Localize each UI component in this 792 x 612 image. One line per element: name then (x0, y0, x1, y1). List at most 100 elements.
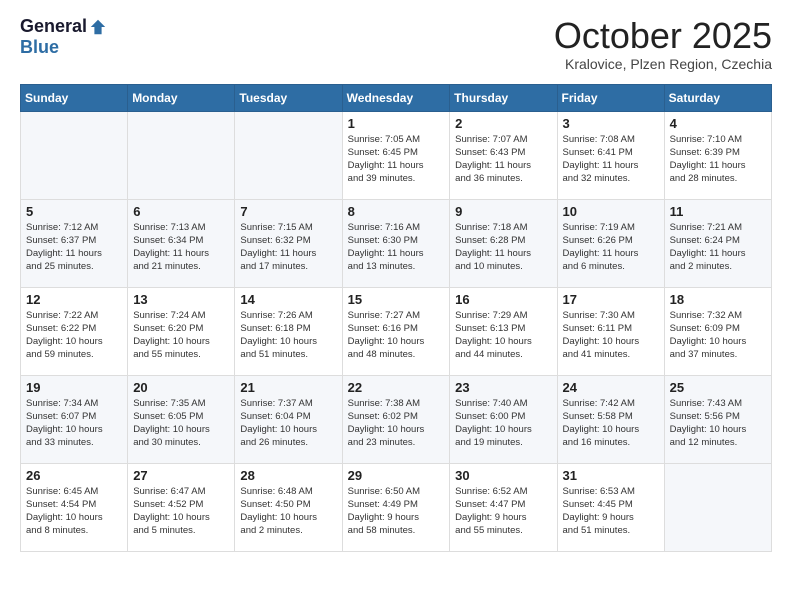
calendar: SundayMondayTuesdayWednesdayThursdayFrid… (20, 84, 772, 552)
day-number: 17 (563, 292, 659, 307)
day-info: Sunrise: 7:05 AM Sunset: 6:45 PM Dayligh… (348, 133, 445, 186)
calendar-cell: 14 Sunrise: 7:26 AM Sunset: 6:18 PM Dayli… (235, 287, 342, 375)
calendar-cell (235, 111, 342, 199)
day-number: 11 (670, 204, 766, 219)
day-info: Sunrise: 7:13 AM Sunset: 6:34 PM Dayligh… (133, 221, 229, 274)
calendar-cell: 21 Sunrise: 7:37 AM Sunset: 6:04 PM Dayli… (235, 375, 342, 463)
day-number: 9 (455, 204, 551, 219)
day-info: Sunrise: 7:32 AM Sunset: 6:09 PM Dayligh… (670, 309, 766, 362)
day-number: 13 (133, 292, 229, 307)
weekday-header-row: SundayMondayTuesdayWednesdayThursdayFrid… (21, 84, 772, 111)
day-info: Sunrise: 7:08 AM Sunset: 6:41 PM Dayligh… (563, 133, 659, 186)
day-number: 1 (348, 116, 445, 131)
day-info: Sunrise: 7:18 AM Sunset: 6:28 PM Dayligh… (455, 221, 551, 274)
logo-icon (89, 18, 107, 36)
day-number: 5 (26, 204, 122, 219)
month-title: October 2025 (554, 16, 772, 56)
calendar-cell: 4 Sunrise: 7:10 AM Sunset: 6:39 PM Daylig… (664, 111, 771, 199)
calendar-cell: 1 Sunrise: 7:05 AM Sunset: 6:45 PM Daylig… (342, 111, 450, 199)
day-info: Sunrise: 7:22 AM Sunset: 6:22 PM Dayligh… (26, 309, 122, 362)
calendar-cell: 27Sunrise: 6:47 AM Sunset: 4:52 PM Dayli… (128, 463, 235, 551)
day-number: 12 (26, 292, 122, 307)
weekday-header-sunday: Sunday (21, 84, 128, 111)
day-number: 16 (455, 292, 551, 307)
day-info: Sunrise: 7:29 AM Sunset: 6:13 PM Dayligh… (455, 309, 551, 362)
day-info: Sunrise: 7:40 AM Sunset: 6:00 PM Dayligh… (455, 397, 551, 450)
day-number: 26 (26, 468, 122, 483)
calendar-cell: 30 Sunrise: 6:52 AM Sunset: 4:47 PM Dayli… (450, 463, 557, 551)
calendar-cell: 29 Sunrise: 6:50 AM Sunset: 4:49 PM Dayli… (342, 463, 450, 551)
week-row-5: 26Sunrise: 6:45 AM Sunset: 4:54 PM Dayli… (21, 463, 772, 551)
calendar-cell: 16 Sunrise: 7:29 AM Sunset: 6:13 PM Dayli… (450, 287, 557, 375)
day-number: 15 (348, 292, 445, 307)
day-info: Sunrise: 7:27 AM Sunset: 6:16 PM Dayligh… (348, 309, 445, 362)
day-info: Sunrise: 7:37 AM Sunset: 6:04 PM Dayligh… (240, 397, 336, 450)
week-row-1: 1 Sunrise: 7:05 AM Sunset: 6:45 PM Daylig… (21, 111, 772, 199)
day-info: Sunrise: 6:48 AM Sunset: 4:50 PM Dayligh… (240, 485, 336, 538)
calendar-cell: 10 Sunrise: 7:19 AM Sunset: 6:26 PM Dayli… (557, 199, 664, 287)
day-info: Sunrise: 7:15 AM Sunset: 6:32 PM Dayligh… (240, 221, 336, 274)
day-number: 6 (133, 204, 229, 219)
calendar-cell: 13 Sunrise: 7:24 AM Sunset: 6:20 PM Dayli… (128, 287, 235, 375)
calendar-cell: 22 Sunrise: 7:38 AM Sunset: 6:02 PM Dayli… (342, 375, 450, 463)
calendar-cell: 8Sunrise: 7:16 AM Sunset: 6:30 PM Daylig… (342, 199, 450, 287)
calendar-cell: 17Sunrise: 7:30 AM Sunset: 6:11 PM Dayli… (557, 287, 664, 375)
day-number: 3 (563, 116, 659, 131)
day-number: 10 (563, 204, 659, 219)
day-info: Sunrise: 7:19 AM Sunset: 6:26 PM Dayligh… (563, 221, 659, 274)
calendar-cell (128, 111, 235, 199)
day-number: 23 (455, 380, 551, 395)
day-number: 30 (455, 468, 551, 483)
day-number: 29 (348, 468, 445, 483)
calendar-cell (21, 111, 128, 199)
calendar-cell: 11 Sunrise: 7:21 AM Sunset: 6:24 PM Dayli… (664, 199, 771, 287)
day-info: Sunrise: 7:12 AM Sunset: 6:37 PM Dayligh… (26, 221, 122, 274)
day-number: 14 (240, 292, 336, 307)
day-info: Sunrise: 7:26 AM Sunset: 6:18 PM Dayligh… (240, 309, 336, 362)
day-info: Sunrise: 6:53 AM Sunset: 4:45 PM Dayligh… (563, 485, 659, 538)
weekday-header-friday: Friday (557, 84, 664, 111)
day-info: Sunrise: 6:50 AM Sunset: 4:49 PM Dayligh… (348, 485, 445, 538)
day-info: Sunrise: 7:34 AM Sunset: 6:07 PM Dayligh… (26, 397, 122, 450)
day-info: Sunrise: 7:10 AM Sunset: 6:39 PM Dayligh… (670, 133, 766, 186)
day-number: 31 (563, 468, 659, 483)
calendar-cell: 9 Sunrise: 7:18 AM Sunset: 6:28 PM Daylig… (450, 199, 557, 287)
day-info: Sunrise: 7:38 AM Sunset: 6:02 PM Dayligh… (348, 397, 445, 450)
day-number: 21 (240, 380, 336, 395)
calendar-cell: 2Sunrise: 7:07 AM Sunset: 6:43 PM Daylig… (450, 111, 557, 199)
day-number: 18 (670, 292, 766, 307)
day-number: 25 (670, 380, 766, 395)
day-number: 22 (348, 380, 445, 395)
logo-general: General (20, 16, 87, 37)
day-info: Sunrise: 6:52 AM Sunset: 4:47 PM Dayligh… (455, 485, 551, 538)
location: Kralovice, Plzen Region, Czechia (554, 56, 772, 72)
day-info: Sunrise: 7:42 AM Sunset: 5:58 PM Dayligh… (563, 397, 659, 450)
calendar-cell (664, 463, 771, 551)
day-number: 28 (240, 468, 336, 483)
calendar-cell: 3 Sunrise: 7:08 AM Sunset: 6:41 PM Daylig… (557, 111, 664, 199)
calendar-cell: 18 Sunrise: 7:32 AM Sunset: 6:09 PM Dayli… (664, 287, 771, 375)
day-number: 27 (133, 468, 229, 483)
day-info: Sunrise: 7:43 AM Sunset: 5:56 PM Dayligh… (670, 397, 766, 450)
header: General Blue October 2025 Kralovice, Plz… (20, 16, 772, 72)
day-info: Sunrise: 7:21 AM Sunset: 6:24 PM Dayligh… (670, 221, 766, 274)
day-number: 24 (563, 380, 659, 395)
logo: General Blue (20, 16, 107, 58)
day-number: 20 (133, 380, 229, 395)
calendar-cell: 5 Sunrise: 7:12 AM Sunset: 6:37 PM Daylig… (21, 199, 128, 287)
day-info: Sunrise: 7:07 AM Sunset: 6:43 PM Dayligh… (455, 133, 551, 186)
day-number: 4 (670, 116, 766, 131)
week-row-3: 12 Sunrise: 7:22 AM Sunset: 6:22 PM Dayli… (21, 287, 772, 375)
day-info: Sunrise: 7:16 AM Sunset: 6:30 PM Dayligh… (348, 221, 445, 274)
day-info: Sunrise: 7:24 AM Sunset: 6:20 PM Dayligh… (133, 309, 229, 362)
calendar-cell: 24 Sunrise: 7:42 AM Sunset: 5:58 PM Dayli… (557, 375, 664, 463)
calendar-cell: 28 Sunrise: 6:48 AM Sunset: 4:50 PM Dayli… (235, 463, 342, 551)
day-number: 7 (240, 204, 336, 219)
logo-blue: Blue (20, 37, 59, 58)
week-row-4: 19Sunrise: 7:34 AM Sunset: 6:07 PM Dayli… (21, 375, 772, 463)
week-row-2: 5 Sunrise: 7:12 AM Sunset: 6:37 PM Daylig… (21, 199, 772, 287)
calendar-cell: 25 Sunrise: 7:43 AM Sunset: 5:56 PM Dayli… (664, 375, 771, 463)
weekday-header-thursday: Thursday (450, 84, 557, 111)
calendar-cell: 12 Sunrise: 7:22 AM Sunset: 6:22 PM Dayli… (21, 287, 128, 375)
weekday-header-monday: Monday (128, 84, 235, 111)
